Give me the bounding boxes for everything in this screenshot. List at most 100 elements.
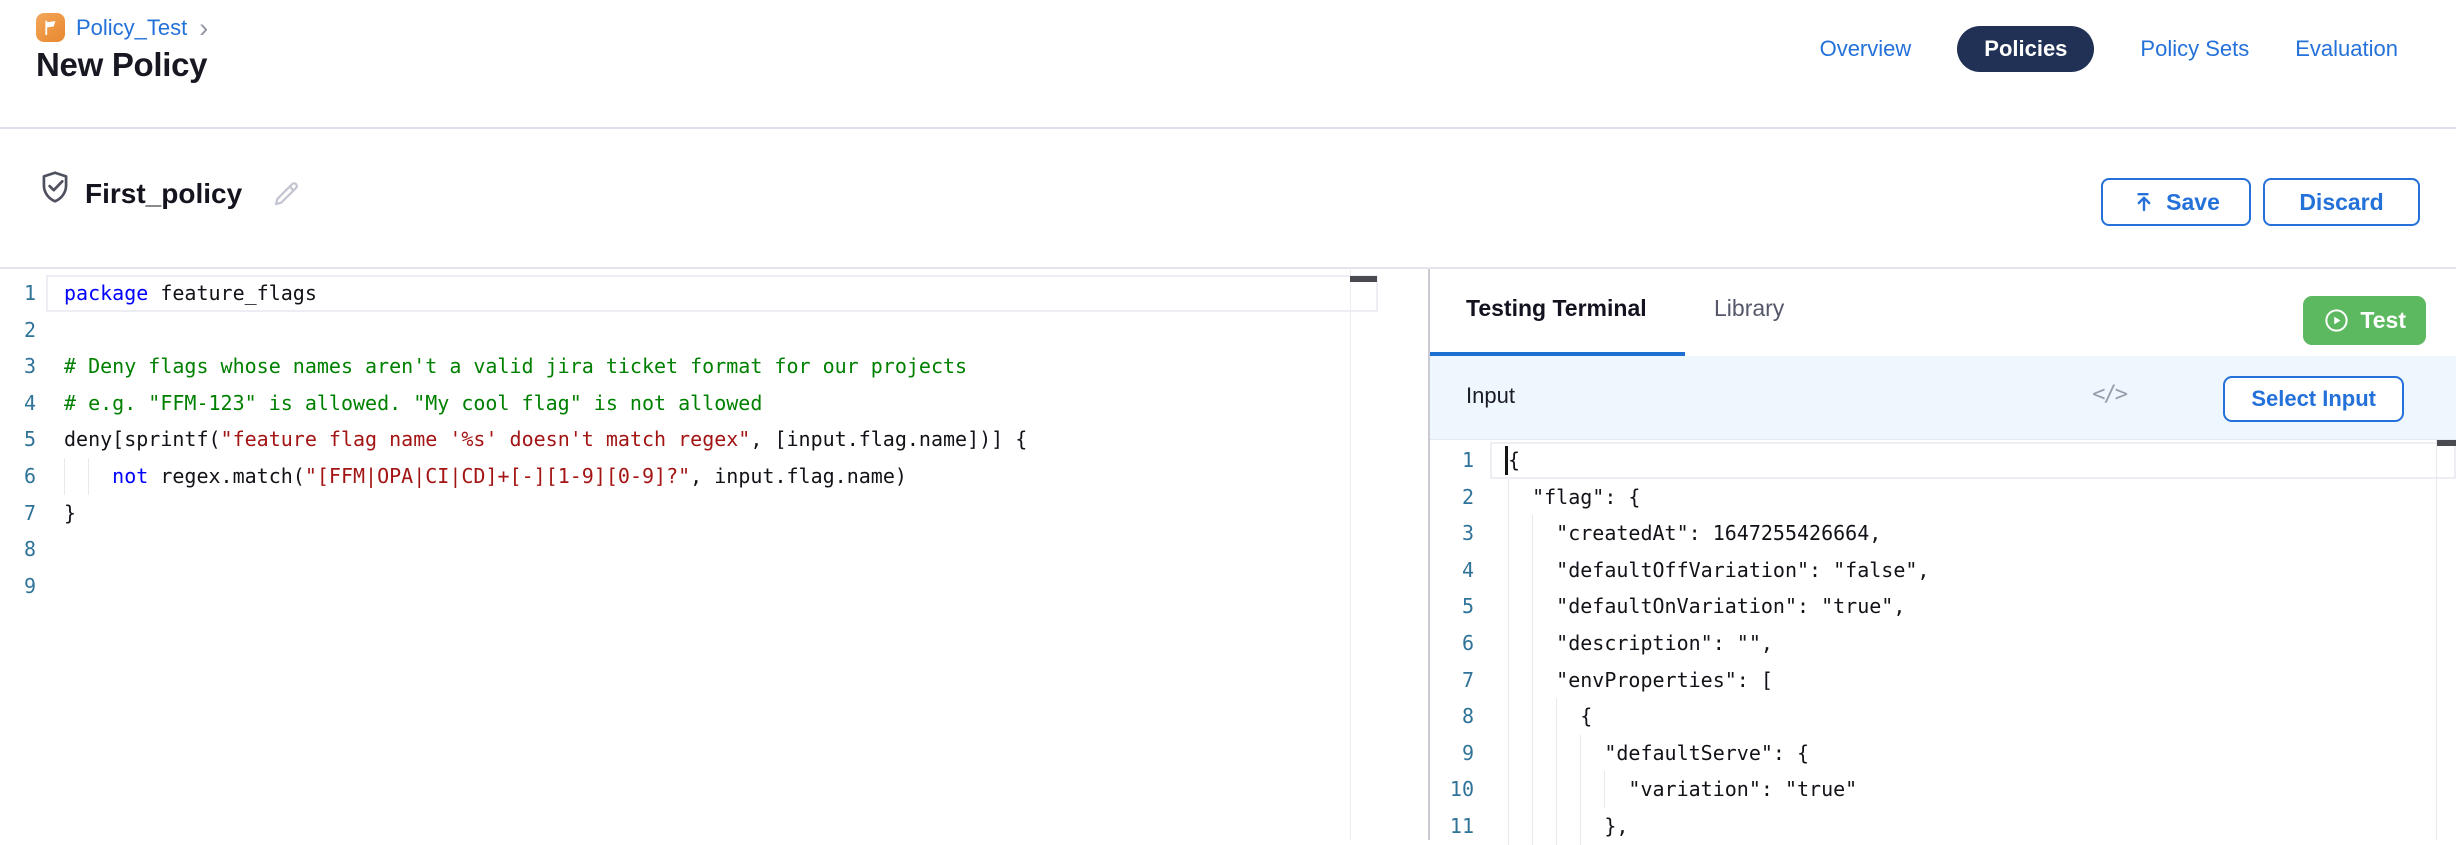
- code-line[interactable]: 4 "defaultOffVariation": "false",: [1430, 552, 2456, 589]
- code-icon[interactable]: </>: [2092, 382, 2126, 407]
- editor-scrollbar-track: [1350, 269, 1351, 840]
- policy-name: First_policy: [85, 178, 242, 210]
- code-line-text: },: [1490, 808, 2456, 845]
- line-number: 1: [1430, 442, 1490, 479]
- nav-tab-overview[interactable]: Overview: [1820, 36, 1912, 62]
- code-line[interactable]: 2 "flag": {: [1430, 479, 2456, 516]
- line-number: 3: [1430, 515, 1490, 552]
- input-scrollbar-track: [2436, 440, 2437, 840]
- line-number: 6: [1430, 625, 1490, 662]
- code-line-text: "envProperties": [: [1490, 662, 2456, 699]
- indent-guide: [1508, 698, 1509, 735]
- save-button[interactable]: Save: [2101, 178, 2251, 226]
- indent-guide: [64, 458, 65, 495]
- page-title: New Policy: [36, 46, 207, 84]
- policy-code-editor[interactable]: 1package feature_flags23# Deny flags who…: [0, 269, 1378, 840]
- code-line[interactable]: 11 },: [1430, 808, 2456, 845]
- discard-button-label: Discard: [2299, 189, 2383, 216]
- line-number: 5: [0, 421, 46, 458]
- indent-guide: [1532, 771, 1533, 808]
- code-line[interactable]: 9: [0, 568, 1378, 605]
- flag-icon: [36, 13, 65, 42]
- code-line[interactable]: 3# Deny flags whose names aren't a valid…: [0, 348, 1378, 385]
- indent-guide: [1580, 771, 1581, 808]
- input-label: Input: [1466, 383, 1515, 409]
- nav-tab-policy-sets[interactable]: Policy Sets: [2140, 36, 2249, 62]
- line-number: 8: [0, 531, 46, 568]
- code-line-text: "variation": "true": [1490, 771, 2456, 808]
- indent-guide: [88, 458, 89, 495]
- testing-terminal-panel: Testing Terminal Library Test Input </> …: [1430, 269, 2456, 840]
- code-line[interactable]: 5 "defaultOnVariation": "true",: [1430, 588, 2456, 625]
- indent-guide: [1532, 552, 1533, 589]
- input-overview-cursor-marker[interactable]: [2437, 440, 2456, 446]
- code-line[interactable]: 5deny[sprintf("feature flag name '%s' do…: [0, 421, 1378, 458]
- line-number: 2: [0, 312, 46, 349]
- line-number: 9: [0, 568, 46, 605]
- indent-guide: [1532, 698, 1533, 735]
- nav-tab-policies[interactable]: Policies: [1957, 26, 2094, 72]
- code-line-text: [46, 568, 1378, 605]
- editor-overview-cursor-marker[interactable]: [1350, 276, 1377, 282]
- indent-guide: [1532, 625, 1533, 662]
- code-line[interactable]: 8: [0, 531, 1378, 568]
- indent-guide: [1508, 771, 1509, 808]
- test-button[interactable]: Test: [2303, 296, 2426, 345]
- indent-guide: [1532, 515, 1533, 552]
- code-line[interactable]: 1package feature_flags: [0, 275, 1378, 312]
- line-number: 2: [1430, 479, 1490, 516]
- breadcrumb-project-link[interactable]: Policy_Test: [76, 15, 187, 41]
- code-line[interactable]: 2: [0, 312, 1378, 349]
- code-line[interactable]: 7 "envProperties": [: [1430, 662, 2456, 699]
- code-line-text: package feature_flags: [46, 275, 1378, 312]
- line-number: 11: [1430, 808, 1490, 845]
- indent-guide: [1508, 735, 1509, 772]
- discard-button[interactable]: Discard: [2263, 178, 2420, 226]
- tab-library[interactable]: Library: [1714, 295, 1784, 322]
- text-cursor: [1505, 446, 1508, 475]
- play-circle-icon: [2323, 307, 2350, 334]
- indent-guide: [1556, 735, 1557, 772]
- breadcrumb-chevron-icon: ›: [199, 18, 208, 38]
- code-line[interactable]: 9 "defaultServe": {: [1430, 735, 2456, 772]
- code-line-text: # e.g. "FFM-123" is allowed. "My cool fl…: [46, 385, 1378, 422]
- save-button-label: Save: [2166, 189, 2220, 216]
- pencil-icon[interactable]: [270, 178, 302, 215]
- code-line-text: "flag": {: [1490, 479, 2456, 516]
- line-number: 9: [1430, 735, 1490, 772]
- indent-guide: [1580, 808, 1581, 845]
- code-line-text: {: [1490, 442, 2456, 479]
- tab-testing-terminal[interactable]: Testing Terminal: [1466, 295, 1647, 322]
- code-line[interactable]: 6 not regex.match("[FFM|OPA|CI|CD]+[-][1…: [0, 458, 1378, 495]
- line-number: 5: [1430, 588, 1490, 625]
- line-number: 1: [0, 275, 46, 312]
- code-line-text: }: [46, 495, 1378, 532]
- indent-guide: [1532, 808, 1533, 845]
- upload-arrow-icon: [2132, 190, 2156, 214]
- input-json-editor[interactable]: 1{2 "flag": {3 "createdAt": 164725542666…: [1430, 440, 2456, 840]
- code-line[interactable]: 8 {: [1430, 698, 2456, 735]
- indent-guide: [1580, 735, 1581, 772]
- line-number: 6: [0, 458, 46, 495]
- code-line-text: deny[sprintf("feature flag name '%s' doe…: [46, 421, 1378, 458]
- code-line[interactable]: 10 "variation": "true": [1430, 771, 2456, 808]
- line-number: 8: [1430, 698, 1490, 735]
- code-line-text: [46, 531, 1378, 568]
- code-line[interactable]: 4# e.g. "FFM-123" is allowed. "My cool f…: [0, 385, 1378, 422]
- indent-guide: [1532, 588, 1533, 625]
- code-line[interactable]: 1{: [1430, 442, 2456, 479]
- indent-guide: [1508, 808, 1509, 845]
- select-input-button[interactable]: Select Input: [2223, 376, 2404, 422]
- test-button-label: Test: [2360, 307, 2406, 334]
- code-line[interactable]: 6 "description": "",: [1430, 625, 2456, 662]
- code-line-text: {: [1490, 698, 2456, 735]
- header-nav: Overview Policies Policy Sets Evaluation: [1820, 26, 2398, 72]
- indent-guide: [1508, 588, 1509, 625]
- code-line[interactable]: 3 "createdAt": 1647255426664,: [1430, 515, 2456, 552]
- line-number: 10: [1430, 771, 1490, 808]
- terminal-tabs: Testing Terminal Library Test: [1430, 269, 2456, 356]
- nav-tab-evaluation[interactable]: Evaluation: [2295, 36, 2398, 62]
- line-number: 4: [0, 385, 46, 422]
- code-line[interactable]: 7}: [0, 495, 1378, 532]
- line-number: 7: [0, 495, 46, 532]
